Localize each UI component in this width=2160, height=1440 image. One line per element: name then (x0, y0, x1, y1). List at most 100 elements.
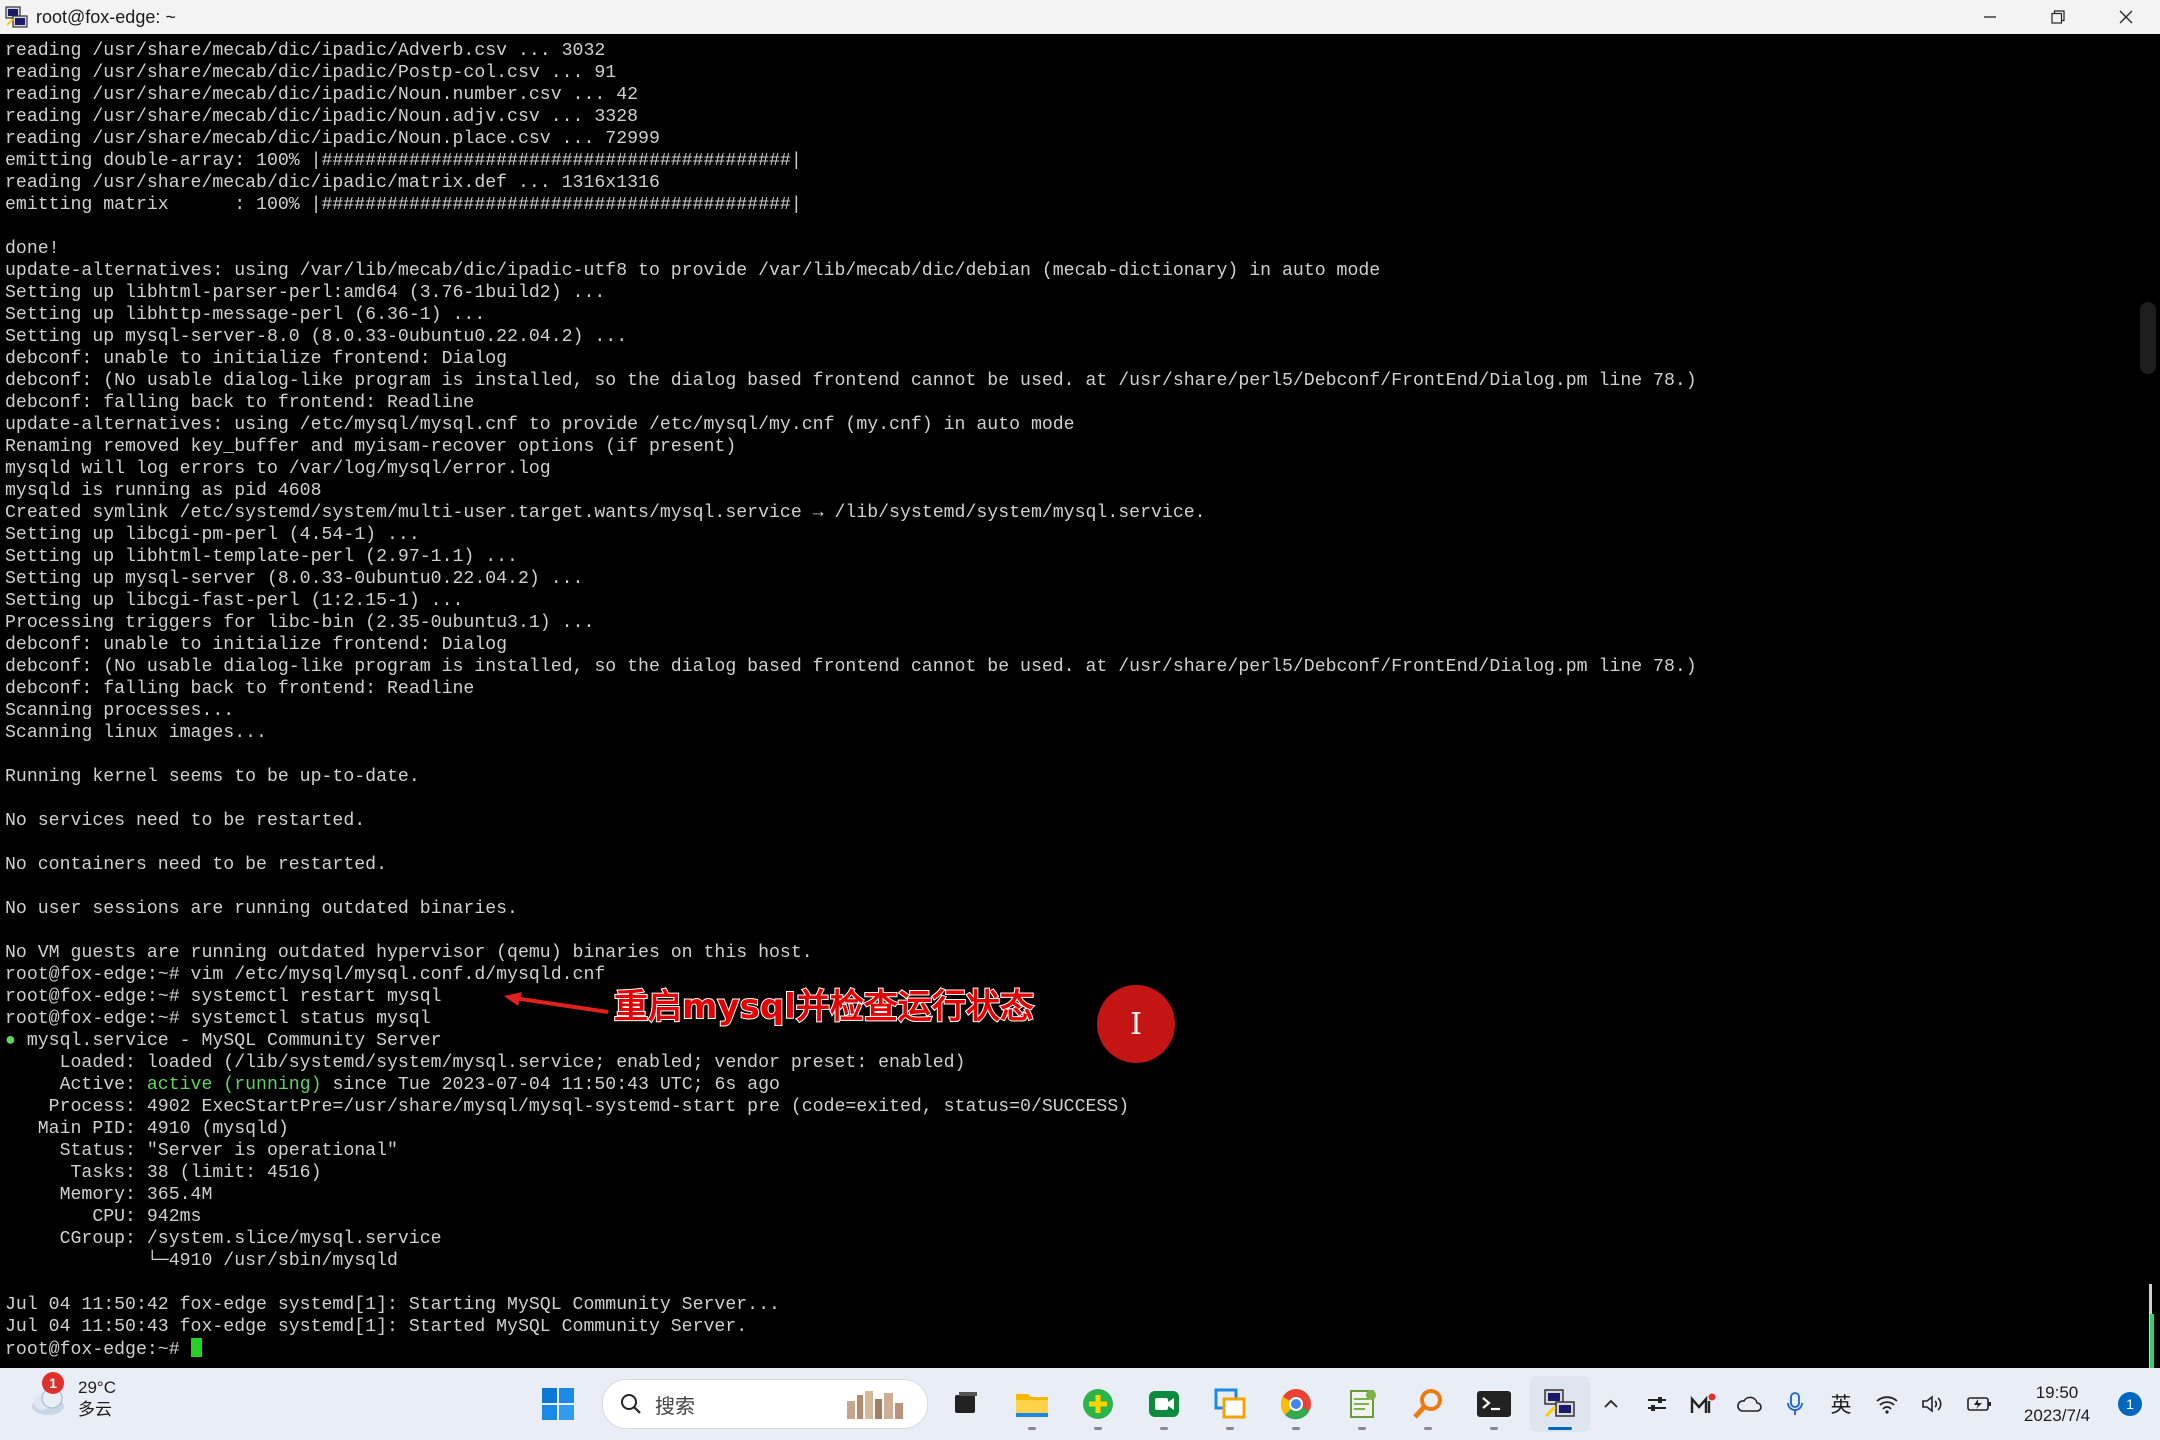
tray-wifi-button[interactable] (1864, 1376, 1910, 1432)
terminal-scrollbar[interactable] (2136, 34, 2160, 1374)
remote-window-icon (1214, 1388, 1246, 1419)
terminal-text: Setting up libhttp-message-perl (6.36-1)… (5, 305, 486, 325)
terminal-text: Running kernel seems to be up-to-date. (5, 767, 420, 787)
taskbar-search-box[interactable]: 搜索 (602, 1379, 928, 1429)
tray-microphone-button[interactable] (1772, 1376, 1818, 1432)
putty-icon (1544, 1389, 1575, 1418)
terminal-line: Status: "Server is operational" (5, 1140, 2136, 1162)
show-hidden-icons-button[interactable] (1588, 1376, 1634, 1432)
running-indicator (1160, 1427, 1168, 1430)
search-icon (621, 1394, 641, 1414)
weather-condition: 多云 (78, 1400, 112, 1419)
terminal-line: debconf: falling back to frontend: Readl… (5, 392, 2136, 414)
terminal-text: Main PID: 4910 (mysqld) (5, 1119, 289, 1139)
terminal-text: reading /usr/share/mecab/dic/ipadic/Noun… (5, 129, 660, 149)
running-indicator (1028, 1427, 1036, 1430)
wifi-icon (1876, 1396, 1898, 1414)
terminal-line: ● mysql.service - MySQL Community Server (5, 1030, 2136, 1052)
status-active-text: active (running) (146, 1075, 322, 1095)
terminal-text: emitting double-array: 100% |###########… (5, 151, 802, 171)
taskbar-meeting-app[interactable] (1134, 1376, 1194, 1432)
terminal-text: Process: 4902 ExecStartPre=/usr/share/my… (5, 1097, 1130, 1117)
running-indicator (1490, 1427, 1498, 1430)
terminal-line: No VM guests are running outdated hyperv… (5, 942, 2136, 964)
minimize-button[interactable] (1956, 0, 2024, 34)
tray-onedrive-button[interactable] (1726, 1376, 1772, 1432)
taskbar-chrome[interactable] (1266, 1376, 1326, 1432)
running-indicator (1094, 1427, 1102, 1430)
search-highlight-art-icon (847, 1391, 903, 1419)
terminal-line: debconf: falling back to frontend: Readl… (5, 678, 2136, 700)
window-title: root@fox-edge: ~ (36, 6, 176, 27)
terminal-line: Tasks: 38 (limit: 4516) (5, 1162, 2136, 1184)
clock-date: 2023/7/4 (2023, 1406, 2091, 1425)
window-title-bar[interactable]: root@fox-edge: ~ (0, 0, 2160, 34)
terminal-text: Created symlink /etc/systemd/system/mult… (5, 503, 1206, 523)
taskbar-search-tool[interactable] (1398, 1376, 1458, 1432)
restore-button[interactable] (2024, 0, 2092, 34)
taskbar-terminal[interactable] (1464, 1376, 1524, 1432)
close-button[interactable] (2092, 0, 2160, 34)
restore-icon (2051, 10, 2065, 24)
terminal-text: Tasks: 38 (limit: 4516) (5, 1163, 322, 1183)
chevron-up-icon (1604, 1399, 1618, 1408)
taskbar-file-explorer[interactable] (1002, 1376, 1062, 1432)
terminal-text: reading /usr/share/mecab/dic/ipadic/matr… (5, 173, 660, 193)
terminal-line: Setting up mysql-server-8.0 (8.0.33-0ubu… (5, 326, 2136, 348)
taskbar-remote-app[interactable] (1200, 1376, 1260, 1432)
annotation-label: 重启mysql并检查运行状态 (613, 986, 1035, 1028)
terminal-text: CPU: 942ms (5, 1207, 202, 1227)
terminal-line: No user sessions are running outdated bi… (5, 898, 2136, 920)
terminal-text: No user sessions are running outdated bi… (5, 899, 518, 919)
terminal-text: debconf: falling back to frontend: Readl… (5, 679, 475, 699)
taskbar-notepadpp[interactable] (1332, 1376, 1392, 1432)
terminal-line: Scanning linux images... (5, 722, 2136, 744)
terminal-text: Setting up libhtml-template-perl (2.97-1… (5, 547, 518, 567)
terminal-text: debconf: unable to initialize frontend: … (5, 635, 508, 655)
tray-mail-button[interactable] (1680, 1376, 1726, 1432)
tray-battery-button[interactable] (1956, 1376, 2002, 1432)
system-tray: 英 19:50 2023/7/4 1 (1588, 1376, 2160, 1432)
notification-badge[interactable]: 1 (2118, 1392, 2142, 1416)
scrollbar-thumb[interactable] (2140, 302, 2156, 374)
terminal-text: Active: (5, 1075, 147, 1095)
terminal-text: debconf: falling back to frontend: Readl… (5, 393, 475, 413)
terminal-line: Scanning processes... (5, 700, 2136, 722)
terminal-line: debconf: (No usable dialog-like program … (5, 370, 2136, 392)
ime-language-button[interactable]: 英 (1818, 1376, 1864, 1432)
weather-widget[interactable]: 1 29°C 多云 (26, 1372, 116, 1422)
windows-start-icon (542, 1388, 574, 1420)
terminal-line: Running kernel seems to be up-to-date. (5, 766, 2136, 788)
terminal-line: root@fox-edge:~# (5, 1338, 2136, 1360)
terminal-text: update-alternatives: using /etc/mysql/my… (5, 415, 1075, 435)
terminal-line: Renaming removed key_buffer and myisam-r… (5, 436, 2136, 458)
tray-volume-button[interactable] (1910, 1376, 1956, 1432)
putty-app-icon (5, 6, 28, 28)
terminal-text: mysqld is running as pid 4608 (5, 481, 322, 501)
taskbar-green-app[interactable] (1068, 1376, 1128, 1432)
taskbar-clock[interactable]: 19:50 2023/7/4 (2002, 1381, 2112, 1427)
terminal-line: No services need to be restarted. (5, 810, 2136, 832)
terminal-line: root@fox-edge:~# vim /etc/mysql/mysql.co… (5, 964, 2136, 986)
terminal-icon (1477, 1391, 1511, 1417)
terminal-text: Scanning linux images... (5, 723, 267, 743)
terminal-text: Setting up libcgi-fast-perl (1:2.15-1) .… (5, 591, 464, 611)
terminal-line: reading /usr/share/mecab/dic/ipadic/Noun… (5, 128, 2136, 150)
terminal-line: reading /usr/share/mecab/dic/ipadic/Post… (5, 62, 2136, 84)
terminal-text: CGroup: /system.slice/mysql.service (5, 1229, 442, 1249)
onedrive-cloud-icon (1737, 1396, 1762, 1412)
taskbar-putty[interactable] (1530, 1376, 1590, 1432)
terminal-line: root@fox-edge:~# systemctl status mysql (5, 1008, 2136, 1030)
terminal-text: reading /usr/share/mecab/dic/ipadic/Noun… (5, 107, 639, 127)
taskbar-task-view[interactable] (936, 1376, 996, 1432)
microphone-icon (1787, 1392, 1803, 1415)
terminal-line: root@fox-edge:~# systemctl restart mysql (5, 986, 2136, 1008)
start-button[interactable] (528, 1376, 588, 1432)
search-tool-icon (1413, 1389, 1442, 1419)
terminal-text: since Tue 2023-07-04 11:50:43 UTC; 6s ag… (321, 1075, 780, 1095)
terminal-text: Jul 04 11:50:43 fox-edge systemd[1]: Sta… (5, 1317, 748, 1337)
terminal-output[interactable]: reading /usr/share/mecab/dic/ipadic/Adve… (0, 34, 2136, 1367)
terminal-line: Process: 4902 ExecStartPre=/usr/share/my… (5, 1096, 2136, 1118)
tray-settings-button[interactable] (1634, 1376, 1680, 1432)
